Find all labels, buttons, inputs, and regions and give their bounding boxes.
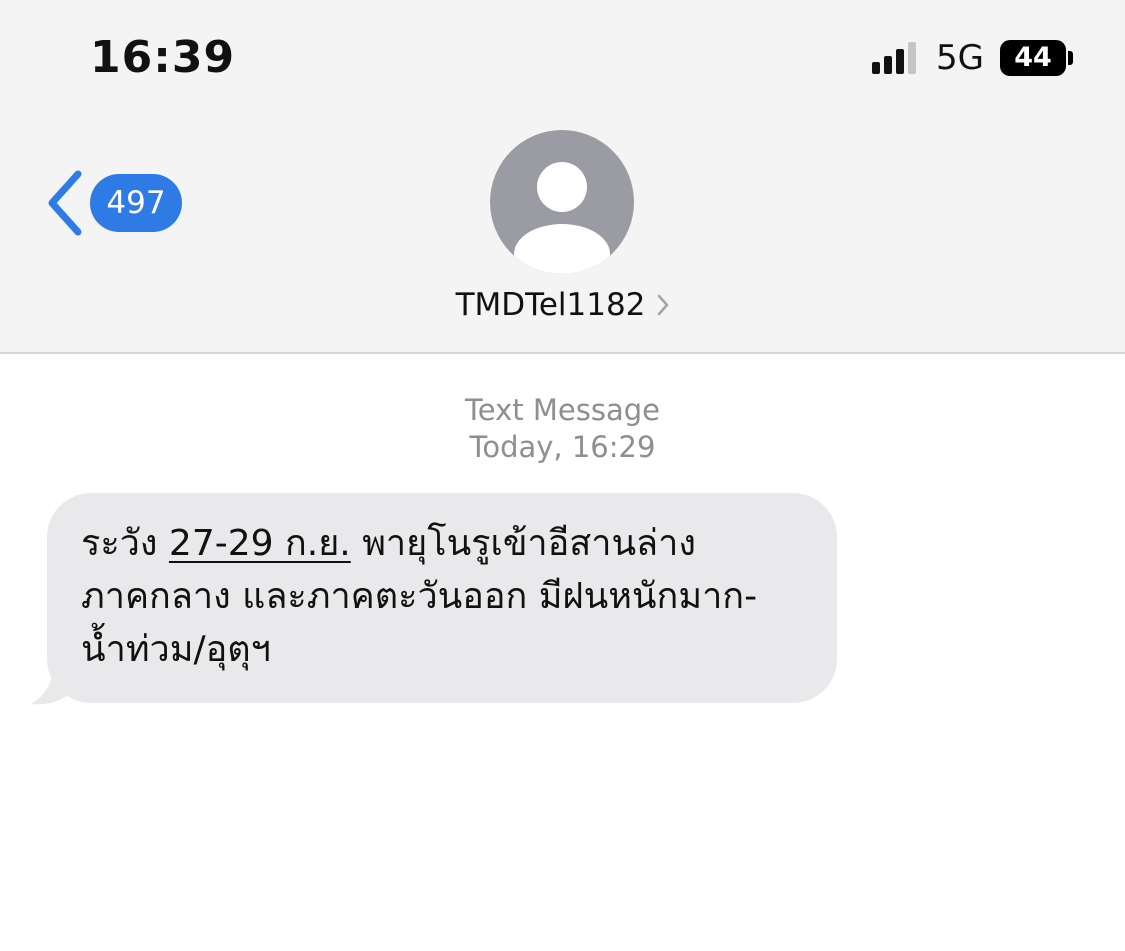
unread-count-badge: 497: [90, 174, 182, 232]
chevron-right-icon[interactable]: [657, 293, 669, 317]
cellular-signal-icon: [872, 42, 916, 74]
status-time: 16:39: [90, 32, 236, 83]
message-line-2: ภาคกลาง และภาคตะวันออก มีฝนหนักมาก-: [81, 576, 758, 617]
battery-indicator: 44: [1000, 40, 1066, 76]
network-type: 5G: [936, 38, 984, 78]
message-line-1: ระวัง 27-29 ก.ย. พายุโนรูเข้าอีสานล่าง: [81, 517, 807, 570]
chevron-left-icon: [48, 170, 82, 236]
contact-header[interactable]: TMDTel1182: [0, 285, 1125, 323]
message-text: ระวัง 27-29 ก.ย. พายุโนรูเข้าอีสานล่าง ภ…: [81, 517, 807, 676]
person-avatar-icon[interactable]: [490, 130, 634, 274]
back-button[interactable]: 497: [44, 170, 182, 236]
message-timestamp: Today, 16:29: [469, 430, 656, 464]
message-meta: Text Message Today, 16:29: [0, 392, 1125, 466]
message-line-1-prefix: ระวัง: [81, 523, 169, 564]
message-type: Text Message: [465, 393, 660, 427]
message-date-link[interactable]: 27-29 ก.ย.: [169, 523, 351, 564]
message-line-3: น้ำท่วม/อุตุฯ: [81, 629, 271, 670]
message-line-1-suffix: พายุโนรูเข้าอีสานล่าง: [350, 523, 696, 564]
contact-name[interactable]: TMDTel1182: [456, 287, 646, 323]
battery-tip: [1068, 51, 1073, 65]
message-bubble[interactable]: ระวัง 27-29 ก.ย. พายุโนรูเข้าอีสานล่าง ภ…: [47, 493, 837, 703]
